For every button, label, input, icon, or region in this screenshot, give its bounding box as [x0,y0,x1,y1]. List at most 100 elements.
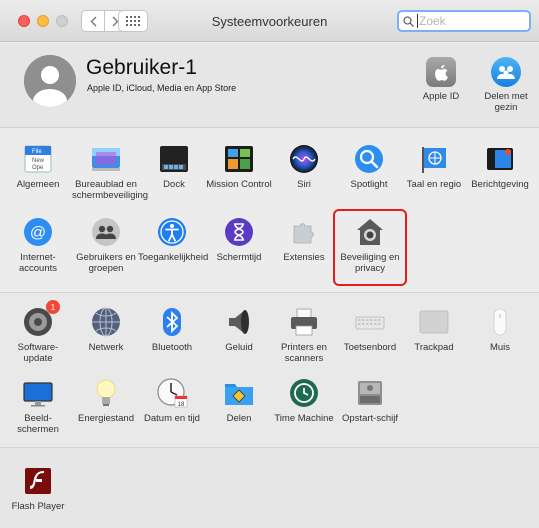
pane-label: Datum en tijd [144,413,200,424]
keyboard-icon [354,306,386,338]
sharing-icon [223,377,255,409]
pane-label: Energiestand [78,413,134,424]
svg-text:File: File [32,149,42,155]
apple-id-icon [426,57,456,87]
svg-text:New: New [32,158,45,164]
language-region-icon [418,143,450,175]
desktop-screensaver-icon [90,143,122,175]
svg-text:18: 18 [178,402,185,408]
spotlight-icon [353,143,385,175]
displays-icon [22,377,54,409]
trackpad-icon [418,306,450,338]
pane-label: Internet-accounts [18,252,58,274]
user-subtitle: Apple ID, iCloud, Media en App Store [87,83,237,93]
screen-time-icon [223,216,255,248]
pane-sound[interactable]: Geluid [205,306,273,353]
pane-siri[interactable]: Siri [270,143,338,190]
pane-label: Mission Control [206,179,272,190]
user-name: Gebruiker-1 [86,56,197,79]
dock-icon [158,143,190,175]
title-bar: Systeemvoorkeuren [0,0,539,42]
pane-label: Dock [163,179,185,190]
pane-mission-control[interactable]: Mission Control [205,143,273,190]
pane-label: Software-update [17,342,59,364]
pane-keyboard[interactable]: Toetsenbord [336,306,404,353]
pane-time-machine[interactable]: Time Machine [270,377,338,424]
pane-sharing[interactable]: Delen [205,377,273,424]
pane-label: Bluetooth [151,342,193,353]
pane-users-groups[interactable]: Gebruikers en groepen [72,216,140,274]
family-sharing-item[interactable]: Delen met gezin [474,57,538,113]
pane-label: Gebruikers en groepen [76,252,136,274]
pane-label: Extensies [283,252,325,263]
pane-label: Beeld-schermen [17,413,59,435]
time-machine-icon [288,377,320,409]
pane-screen-time[interactable]: Schermtijd [205,216,273,263]
apple-id-label: Apple ID [422,91,460,102]
startup-disk-icon [354,377,386,409]
pane-label: Netwerk [88,342,124,353]
pane-label: Printers en scanners [281,342,327,364]
pane-label: Spotlight [350,179,388,190]
pane-date-time[interactable]: 18 Datum en tijd [138,377,206,424]
personal-preferences-section: File New Ope Algemeen Bureaublad en scherm… [0,128,539,293]
family-sharing-label: Delen met gezin [484,91,528,113]
search-icon [403,15,414,27]
search-field[interactable] [397,10,531,32]
pane-label: Opstart-schijf [342,413,398,424]
svg-text:Ope: Ope [32,165,44,171]
users-groups-icon [90,216,122,248]
pane-internet-accounts[interactable]: @ Internet-accounts [4,216,72,274]
pane-general[interactable]: File New Ope Algemeen [4,143,72,190]
pane-network[interactable]: Netwerk [72,306,140,353]
apple-id-item[interactable]: Apple ID [409,57,473,102]
pane-label: Taal en regio [406,179,462,190]
pane-desktop-screensaver[interactable]: Bureaublad en schermbeveiliging [72,143,149,201]
user-silhouette-icon [24,55,76,107]
account-section: Gebruiker-1 Apple ID, iCloud, Media en A… [0,43,539,128]
mouse-icon [484,306,516,338]
internet-accounts-icon: @ [22,216,54,248]
pane-label: Schermtijd [216,252,262,263]
network-icon [90,306,122,338]
energy-saver-icon [90,377,122,409]
pane-extensions[interactable]: Extensies [270,216,338,263]
avatar[interactable] [24,55,76,107]
other-section: Flash Player [0,448,539,528]
bluetooth-icon [156,306,188,338]
pane-bluetooth[interactable]: Bluetooth [138,306,206,353]
search-input[interactable] [417,14,517,28]
pane-mouse[interactable]: Muis [466,306,534,353]
pane-energy-saver[interactable]: Energiestand [72,377,140,424]
pane-accessibility[interactable]: Toegankelijkheid [138,216,209,263]
pane-language-region[interactable]: Taal en regio [400,143,468,190]
pane-label: Trackpad [414,342,454,353]
pane-printers-scanners[interactable]: Printers en scanners [270,306,338,364]
pane-software-update[interactable]: 1 Software-update [4,300,72,364]
pane-trackpad[interactable]: Trackpad [400,306,468,353]
svg-text:@: @ [30,225,46,242]
pane-startup-disk[interactable]: Opstart-schijf [336,377,404,424]
sound-icon [223,306,255,338]
printers-scanners-icon [288,306,320,338]
pane-dock[interactable]: Dock [140,143,208,190]
selection-highlight [333,209,407,286]
pane-notifications[interactable]: Berichtgeving [466,143,534,190]
pane-label: Toegankelijkheid [138,252,209,263]
pane-label: Time Machine [274,413,334,424]
pane-label: Flash Player [11,501,65,512]
date-time-icon: 18 [156,377,188,409]
pane-flash-player[interactable]: Flash Player [4,465,72,512]
system-preferences-window: Systeemvoorkeuren Gebruiker-1 Apple ID, … [0,0,539,528]
pane-label: Geluid [225,342,253,353]
pane-displays[interactable]: Beeld-schermen [4,377,72,435]
general-icon: File New Ope [22,143,54,175]
siri-icon [288,143,320,175]
update-badge: 1 [46,300,60,314]
accessibility-icon [156,216,188,248]
pane-label: Delen [226,413,252,424]
software-update-icon: 1 [22,300,60,338]
pane-spotlight[interactable]: Spotlight [335,143,403,190]
pane-label: Bureaublad en schermbeveiliging [72,179,149,201]
family-sharing-icon [491,57,521,87]
